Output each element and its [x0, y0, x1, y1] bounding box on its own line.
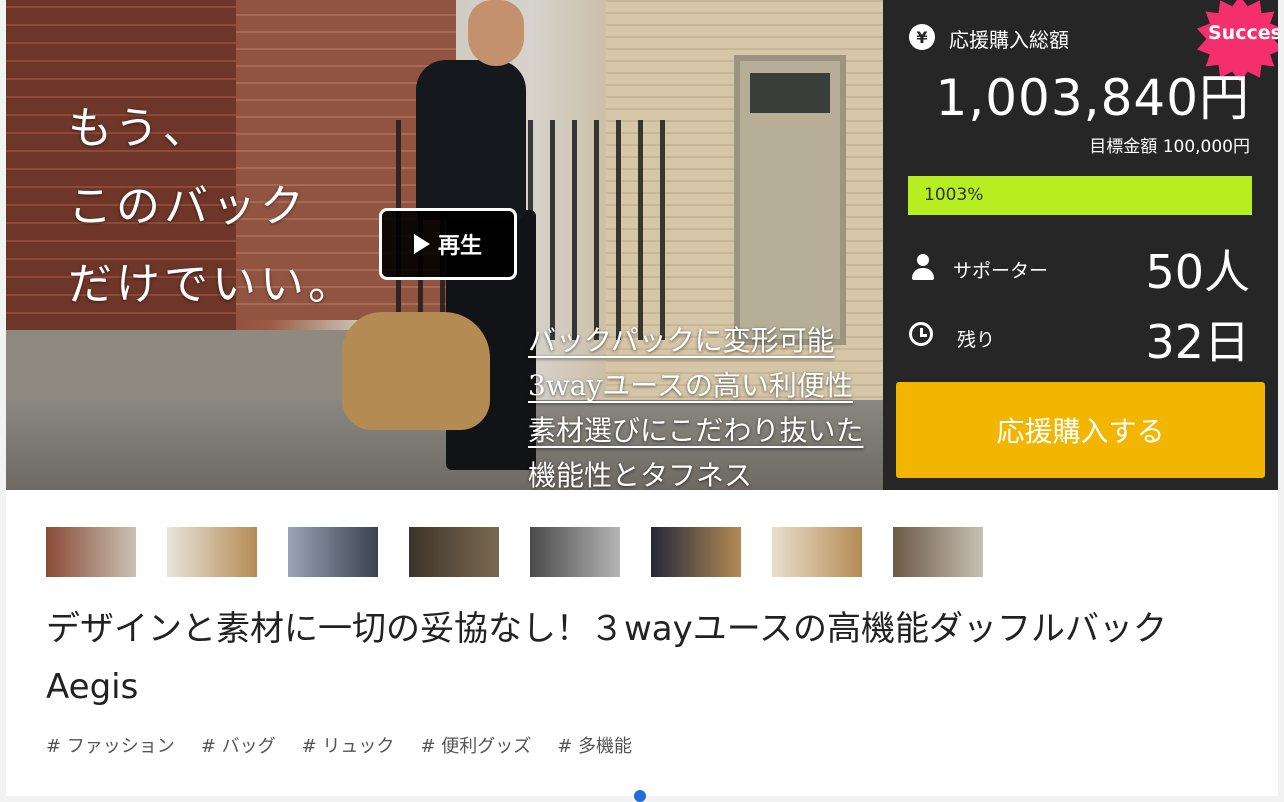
- play-label: 再生: [437, 234, 482, 259]
- gallery-thumbnail-5[interactable]: [530, 527, 620, 577]
- clock-icon: [909, 322, 933, 346]
- tag-backpack[interactable]: # リュック: [302, 732, 395, 758]
- headline-line: だけでいい。: [68, 259, 356, 310]
- yen-icon: ¥: [909, 24, 935, 50]
- success-badge: Success!: [1208, 22, 1278, 44]
- tag-fashion[interactable]: # ファッション: [46, 732, 175, 758]
- headline-line: もう、: [68, 103, 211, 154]
- gallery-thumbnail-4[interactable]: [409, 527, 499, 577]
- gallery-thumbnail-2[interactable]: [167, 527, 257, 577]
- supporters-label: サポーター: [953, 260, 1049, 282]
- feature-item: 素材選びにこだわり抜いた: [528, 414, 864, 447]
- funding-panel: Success! ¥ 応援購入総額 1,003,840円 目標金額 100,00…: [883, 0, 1278, 490]
- play-button[interactable]: 再生: [379, 208, 517, 280]
- tag-bag[interactable]: # バッグ: [201, 732, 276, 758]
- gallery-thumbnail-3[interactable]: [288, 527, 378, 577]
- model-head: [468, 0, 524, 66]
- person-icon: [911, 254, 935, 282]
- feature-item: 3wayユースの高い利便性: [528, 369, 853, 402]
- play-icon: [413, 234, 430, 254]
- gallery-thumbnail-7[interactable]: [772, 527, 862, 577]
- headline-line: このバック: [68, 181, 308, 232]
- remaining-label: 残り: [957, 329, 996, 351]
- project-title: デザインと素材に一切の妥協なし！３wayユースの高機能ダッフルバック Aegis: [46, 609, 1168, 707]
- scroll-indicator: [634, 790, 646, 802]
- feature-item: 機能性とタフネス: [528, 459, 753, 490]
- remaining-days: 32日: [1145, 315, 1250, 369]
- total-label: 応援購入総額: [949, 28, 1069, 52]
- tag-multifunction[interactable]: # 多機能: [557, 732, 632, 758]
- goal-amount: 目標金額 100,000円: [1089, 137, 1250, 157]
- door: [734, 55, 846, 345]
- tag-list: # ファッション # バッグ # リュック # 便利グッズ # 多機能: [46, 732, 632, 758]
- project-video[interactable]: もう、 このバック だけでいい。 バックパックに変形可能 3wayユースの高い利…: [6, 0, 883, 490]
- total-amount: 1,003,840円: [935, 69, 1250, 127]
- model-torso: [416, 60, 526, 220]
- gallery-thumbnail-6[interactable]: [651, 527, 741, 577]
- duffel-bag: [342, 312, 490, 430]
- gallery-thumbnail-8[interactable]: [893, 527, 983, 577]
- tag-gadgets[interactable]: # 便利グッズ: [420, 732, 531, 758]
- progress-percent: 1003%: [924, 185, 984, 205]
- feature-item: バックパックに変形可能: [528, 324, 835, 357]
- thumbnail-strip: [46, 527, 983, 577]
- progress-bar: 1003%: [908, 176, 1252, 215]
- supporters-count: 50人: [1145, 245, 1250, 299]
- feature-list: バックパックに変形可能 3wayユースの高い利便性 素材選びにこだわり抜いた 機…: [528, 318, 863, 490]
- support-purchase-button[interactable]: 応援購入する: [896, 382, 1265, 478]
- hero-headline: もう、 このバック だけでいい。: [68, 90, 356, 324]
- project-page: もう、 このバック だけでいい。 バックパックに変形可能 3wayユースの高い利…: [6, 0, 1278, 802]
- gallery-thumbnail-1[interactable]: [46, 527, 136, 577]
